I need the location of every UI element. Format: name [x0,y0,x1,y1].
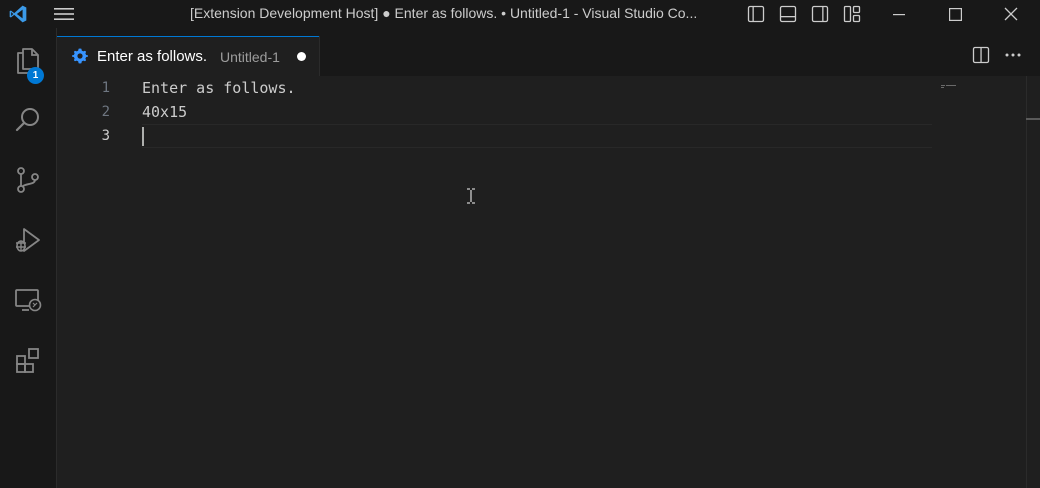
window-title: [Extension Development Host] ● Enter as … [190,5,698,21]
vertical-scrollbar[interactable] [1026,76,1040,488]
activity-explorer[interactable]: 1 [0,32,56,88]
line-text[interactable]: 40x15 [142,100,187,124]
line-number: 3 [101,128,110,144]
more-actions-icon[interactable] [999,44,1027,66]
line-number: 1 [101,80,110,96]
activity-bar: 1 [0,28,57,488]
scrollbar-position-marker [1026,118,1040,120]
activity-extensions[interactable] [0,332,56,388]
activity-run-and-debug[interactable] [0,212,56,268]
tab-label: Enter as follows. [97,48,208,65]
tab-description: Untitled-1 [220,49,280,65]
editor-line: 2 40x15 [57,100,937,124]
editor-line: 3 [57,124,937,148]
customize-layout-icon[interactable] [836,0,868,28]
vscode-window: [Extension Development Host] ● Enter as … [0,0,1040,488]
vscode-logo-icon [0,0,36,28]
maximize-icon[interactable] [932,0,978,28]
editor-line: 1 Enter as follows. [57,76,937,100]
text-cursor [142,127,144,146]
toggle-secondary-sidebar-icon[interactable] [804,0,836,28]
mouse-ibeam-icon [466,188,476,209]
title-bar: [Extension Development Host] ● Enter as … [0,0,1040,28]
split-editor-icon[interactable] [967,44,995,66]
tab-untitled-1[interactable]: Enter as follows. Untitled-1 [57,36,319,76]
explorer-badge: 1 [27,67,44,84]
menu-icon[interactable] [44,0,84,28]
tab-divider [319,36,320,76]
search-icon [15,108,39,132]
editor-area[interactable]: 1 Enter as follows. 2 40x15 3 [57,76,1040,488]
toggle-primary-sidebar-icon[interactable] [740,0,772,28]
toggle-panel-icon[interactable] [772,0,804,28]
line-number: 2 [101,104,110,120]
unsaved-dot-icon[interactable] [297,52,306,61]
line-text[interactable]: Enter as follows. [142,76,296,100]
close-icon[interactable] [988,0,1034,28]
activity-search[interactable] [0,92,56,148]
gear-icon [71,47,89,70]
minimize-icon[interactable] [876,0,922,28]
activity-remote-explorer[interactable] [0,272,56,328]
editor-tab-bar: Enter as follows. Untitled-1 [57,28,1040,76]
debug-icon [16,228,40,252]
source-control-icon [17,167,39,193]
minimap[interactable] [941,76,956,88]
extensions-icon [16,348,39,373]
remote-explorer-icon [15,289,42,312]
activity-source-control[interactable] [0,152,56,208]
